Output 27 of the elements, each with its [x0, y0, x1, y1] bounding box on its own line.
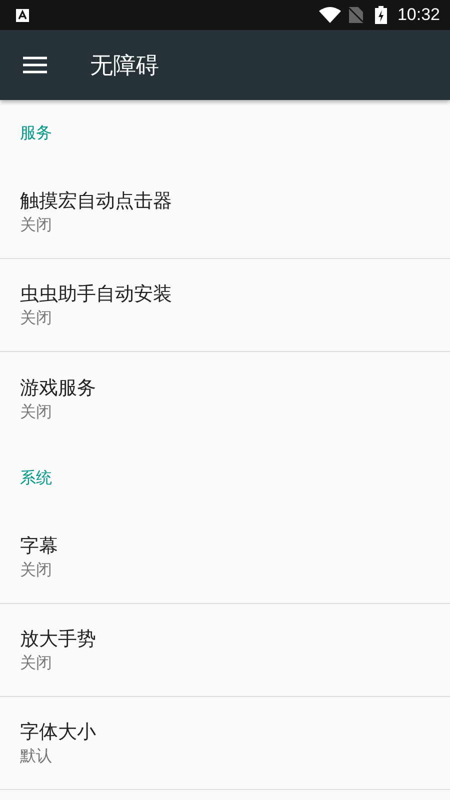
- preference-summary: 关闭: [20, 652, 52, 674]
- preference-item[interactable]: 游戏服务 关闭: [0, 352, 450, 445]
- preference-summary: 关闭: [20, 307, 52, 329]
- preference-title: 虫虫助手自动安装: [20, 282, 172, 307]
- preference-summary: 关闭: [20, 559, 52, 581]
- wifi-icon: [319, 7, 342, 23]
- preference-summary: 默认: [20, 745, 52, 767]
- preference-item[interactable]: 触摸宏自动点击器 关闭: [0, 166, 450, 259]
- preference-title: 放大手势: [20, 627, 96, 652]
- preference-title: 游戏服务: [20, 376, 96, 400]
- preference-item[interactable]: 字体大小 默认: [0, 697, 450, 790]
- app-notification-icon: [16, 8, 29, 22]
- preference-item[interactable]: 放大手势 关闭: [0, 604, 450, 697]
- no-sim-icon: [349, 7, 364, 23]
- preference-title: 触摸宏自动点击器: [20, 189, 172, 214]
- preference-title: 字幕: [20, 534, 58, 559]
- preference-summary: 关闭: [20, 400, 52, 422]
- preference-title: 字体大小: [20, 720, 96, 745]
- preference-item[interactable]: 字幕 关闭: [0, 511, 450, 604]
- preference-item[interactable]: 虫虫助手自动安装 关闭: [0, 259, 450, 352]
- battery-charging-icon: [375, 6, 388, 24]
- section-header: 服务: [20, 122, 52, 144]
- menu-button[interactable]: [23, 56, 47, 74]
- screen-title: 无障碍: [90, 52, 159, 80]
- preference-summary: 关闭: [20, 214, 52, 236]
- status-time: 10:32: [397, 5, 440, 25]
- section-header: 系统: [20, 468, 52, 488]
